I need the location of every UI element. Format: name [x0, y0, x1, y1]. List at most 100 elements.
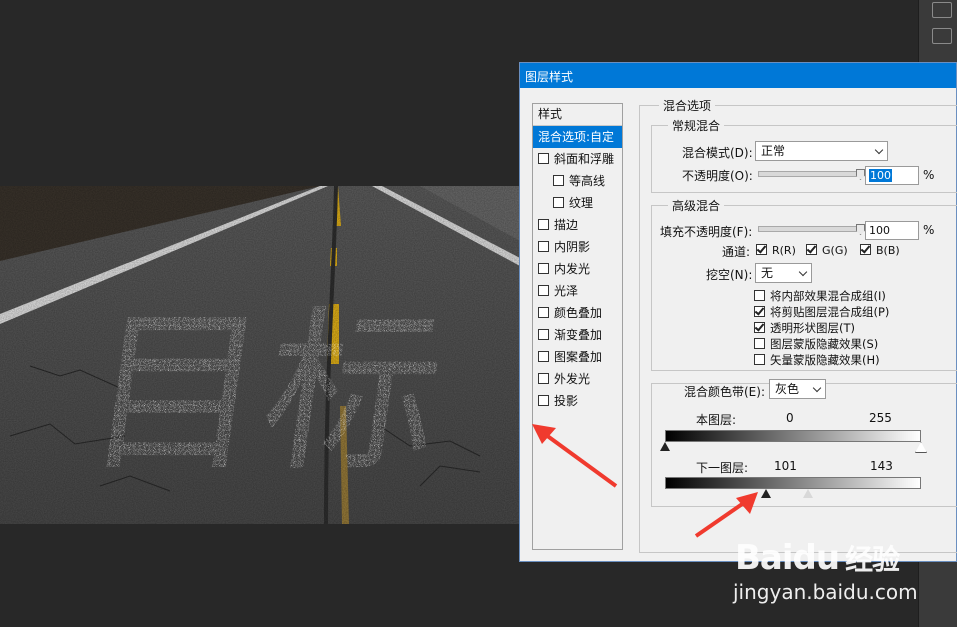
- knockout-value: 无: [761, 266, 774, 280]
- channels-label: 通道:: [722, 245, 751, 259]
- style-checkbox[interactable]: [538, 351, 549, 362]
- style-item-label: 图案叠加: [554, 350, 603, 364]
- style-checkbox[interactable]: [538, 329, 549, 340]
- opacity-value: 100: [869, 169, 892, 182]
- style-item[interactable]: 渐变叠加: [533, 324, 622, 346]
- this-layer-low: 0: [786, 411, 794, 425]
- style-item[interactable]: 斜面和浮雕: [533, 148, 622, 170]
- red-arrow-right: [694, 492, 758, 538]
- channel-label: R(R): [772, 244, 796, 257]
- style-item[interactable]: 颜色叠加: [533, 302, 622, 324]
- style-item[interactable]: 纹理: [533, 192, 622, 214]
- style-item[interactable]: 外发光: [533, 368, 622, 390]
- style-checkbox[interactable]: [538, 395, 549, 406]
- dialog-titlebar[interactable]: 图层样式: [520, 63, 956, 88]
- this-layer-label: 本图层:: [696, 413, 737, 427]
- advanced-blending-title: 高级混合: [668, 197, 725, 214]
- channel-label: G(G): [822, 244, 848, 257]
- style-item-label: 斜面和浮雕: [554, 152, 615, 166]
- channel-checkbox[interactable]: R(R): [756, 243, 796, 257]
- style-item[interactable]: 描边: [533, 214, 622, 236]
- checkbox-box[interactable]: [754, 322, 765, 333]
- opacity-input[interactable]: 100: [865, 166, 919, 185]
- style-item-label: 外发光: [554, 372, 591, 386]
- fill-opacity-slider[interactable]: [758, 226, 862, 232]
- advanced-option-checkbox[interactable]: 将内部效果混合成组(I): [754, 288, 886, 304]
- watermark-brand: Baidu: [735, 538, 840, 578]
- checkbox-box[interactable]: [756, 244, 767, 255]
- panel-icon[interactable]: [932, 2, 952, 18]
- style-item[interactable]: 内发光: [533, 258, 622, 280]
- style-item[interactable]: 投影: [533, 390, 622, 412]
- blend-if-select[interactable]: 灰色: [769, 379, 826, 399]
- knockout-label: 挖空(N):: [706, 268, 753, 282]
- style-checkbox[interactable]: [538, 153, 549, 164]
- style-item[interactable]: 混合选项:自定: [533, 126, 622, 148]
- checkbox-box[interactable]: [754, 354, 765, 365]
- speckled-text: 目标: [74, 291, 455, 496]
- style-checkbox[interactable]: [553, 197, 564, 208]
- blend-mode-select[interactable]: 正常: [755, 141, 888, 161]
- opacity-label: 不透明度(O):: [682, 169, 753, 183]
- style-item-label: 描边: [554, 218, 579, 232]
- blend-if-label: 混合颜色带(E):: [684, 385, 765, 399]
- advanced-option-label: 图层蒙版隐藏效果(S): [770, 337, 879, 351]
- red-arrow-left: [532, 424, 618, 488]
- styles-header[interactable]: 样式: [533, 104, 622, 126]
- this-layer-high: 255: [869, 411, 892, 425]
- knockout-select[interactable]: 无: [755, 263, 812, 283]
- channel-checkbox[interactable]: B(B): [860, 243, 900, 257]
- underlying-layer-label: 下一图层:: [696, 461, 749, 475]
- advanced-option-label: 透明形状图层(T): [770, 321, 855, 335]
- general-blending-title: 常规混合: [668, 117, 725, 134]
- advanced-option-checkbox[interactable]: 图层蒙版隐藏效果(S): [754, 336, 878, 352]
- checkbox-box[interactable]: [806, 244, 817, 255]
- advanced-option-label: 将内部效果混合成组(I): [770, 289, 886, 303]
- advanced-option-checkbox[interactable]: 将剪贴图层混合成组(P): [754, 304, 889, 320]
- road-photo: 目标: [0, 186, 520, 524]
- style-item-label: 纹理: [569, 196, 594, 210]
- style-item[interactable]: 图案叠加: [533, 346, 622, 368]
- chevron-down-icon: [874, 145, 884, 155]
- checkbox-box[interactable]: [754, 290, 765, 301]
- style-checkbox[interactable]: [538, 263, 549, 274]
- style-item-label: 等高线: [569, 174, 606, 188]
- style-checkbox[interactable]: [553, 175, 564, 186]
- style-checkbox[interactable]: [538, 285, 549, 296]
- checkbox-box[interactable]: [754, 306, 765, 317]
- watermark-brand-cn: 经验: [845, 543, 900, 576]
- opacity-slider[interactable]: [758, 171, 862, 177]
- fill-opacity-input[interactable]: 100: [865, 221, 919, 240]
- style-item[interactable]: 光泽: [533, 280, 622, 302]
- checkbox-box[interactable]: [754, 338, 765, 349]
- blend-if-value: 灰色: [775, 382, 800, 396]
- fill-opacity-percent: %: [923, 223, 935, 237]
- blend-mode-value: 正常: [761, 144, 786, 158]
- opacity-percent: %: [923, 168, 935, 182]
- style-checkbox[interactable]: [538, 219, 549, 230]
- style-checkbox[interactable]: [538, 307, 549, 318]
- baidu-logo: Baidu 经验: [735, 538, 900, 578]
- style-item-label: 内阴影: [554, 240, 591, 254]
- style-item-label: 投影: [554, 394, 579, 408]
- advanced-option-label: 将剪贴图层混合成组(P): [770, 305, 890, 319]
- canvas-image: 目标: [0, 186, 520, 524]
- checkbox-box[interactable]: [860, 244, 871, 255]
- advanced-option-checkbox[interactable]: 矢量蒙版隐藏效果(H): [754, 352, 880, 368]
- channel-checkbox[interactable]: G(G): [806, 243, 848, 257]
- chevron-down-icon: [798, 267, 808, 277]
- underlying-high: 143: [870, 459, 893, 473]
- this-layer-ramp[interactable]: [665, 430, 921, 442]
- chevron-down-icon: [812, 383, 822, 393]
- advanced-option-checkbox[interactable]: 透明形状图层(T): [754, 320, 855, 336]
- channel-label: B(B): [876, 244, 900, 257]
- style-checkbox[interactable]: [538, 241, 549, 252]
- style-item-label: 渐变叠加: [554, 328, 603, 342]
- cube-icon[interactable]: [932, 28, 952, 44]
- style-item[interactable]: 内阴影: [533, 236, 622, 258]
- style-item[interactable]: 等高线: [533, 170, 622, 192]
- advanced-option-label: 矢量蒙版隐藏效果(H): [770, 353, 880, 367]
- style-checkbox[interactable]: [538, 373, 549, 384]
- blend-mode-label: 混合模式(D):: [682, 146, 753, 160]
- blending-options-title: 混合选项: [659, 97, 716, 114]
